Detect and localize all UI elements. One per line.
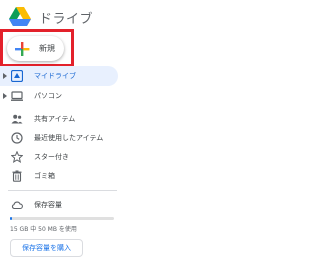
sidebar-item-computers[interactable]: パソコン	[0, 86, 118, 106]
star-icon	[11, 151, 23, 163]
expand-caret-icon[interactable]	[3, 93, 7, 99]
storage-usage-bar-fill	[10, 217, 13, 220]
new-button-label: 新規	[39, 44, 55, 53]
shared-people-icon	[11, 114, 23, 124]
trash-icon	[12, 170, 22, 182]
cloud-icon	[11, 201, 23, 210]
sidebar-item-label: 共有アイテム	[34, 115, 76, 123]
buy-storage-button[interactable]: 保存容量を購入	[10, 239, 83, 257]
drive-logo-icon[interactable]	[9, 7, 31, 27]
new-button-highlight: 新規	[0, 29, 74, 67]
sidebar-item-starred[interactable]: スター付き	[0, 147, 118, 167]
app-title: ドライブ	[39, 11, 94, 27]
sidebar-item-label: ゴミ箱	[34, 172, 55, 180]
storage-item[interactable]: 保存容量	[0, 198, 118, 212]
sidebar-item-my-drive[interactable]: マイドライブ	[0, 66, 118, 86]
sidebar-item-label: スター付き	[34, 153, 69, 161]
new-button[interactable]: 新規	[7, 36, 64, 61]
storage-usage-bar	[10, 217, 114, 220]
header: ドライブ	[9, 6, 93, 28]
plus-icon	[15, 41, 30, 56]
sidebar-item-label: パソコン	[34, 92, 62, 100]
computer-icon	[11, 91, 23, 101]
sidebar-item-label: マイドライブ	[34, 72, 76, 80]
sidebar-item-recent[interactable]: 最近使用したアイテム	[0, 128, 118, 148]
sidebar-item-trash[interactable]: ゴミ箱	[0, 166, 118, 186]
my-drive-icon	[11, 70, 23, 82]
storage-usage-text: 15 GB 中 50 MB を使用	[10, 226, 77, 233]
sidebar-item-shared[interactable]: 共有アイテム	[0, 109, 118, 129]
clock-icon	[11, 132, 23, 144]
expand-caret-icon[interactable]	[3, 73, 7, 79]
sidebar-item-label: 最近使用したアイテム	[34, 134, 104, 142]
storage-label: 保存容量	[34, 201, 62, 209]
divider	[8, 190, 117, 191]
